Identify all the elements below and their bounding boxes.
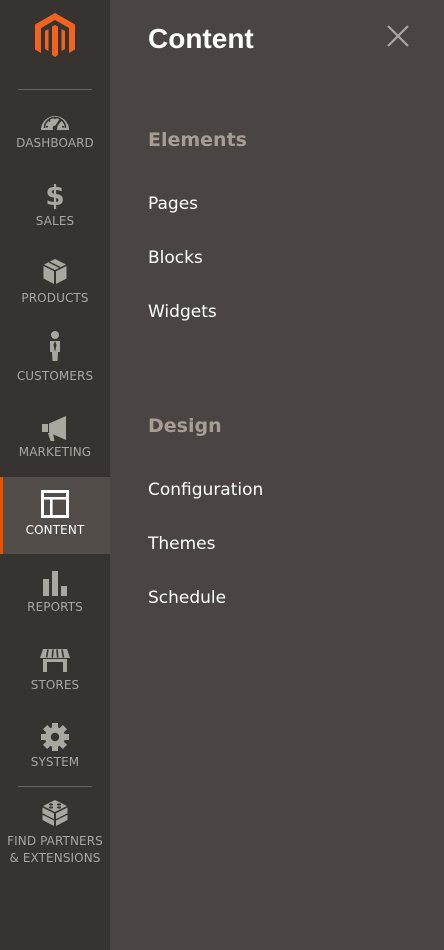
layout-icon xyxy=(39,488,71,520)
magento-logo[interactable] xyxy=(31,11,79,63)
section-title-elements: Elements xyxy=(148,129,247,151)
cube-icon xyxy=(39,255,71,287)
sidebar-item-label: FIND PARTNERS & EXTENSIONS xyxy=(7,834,103,865)
sidebar-item-label: DASHBOARD xyxy=(16,136,94,150)
gear-icon xyxy=(39,721,71,753)
sidebar-item-sales[interactable]: $ SALES xyxy=(0,175,110,252)
submenu-link-blocks[interactable]: Blocks xyxy=(148,246,203,270)
svg-text:$: $ xyxy=(45,179,64,210)
submenu-link-schedule[interactable]: Schedule xyxy=(148,586,226,610)
sidebar-item-reports[interactable]: REPORTS xyxy=(0,561,110,638)
close-button[interactable] xyxy=(384,22,412,50)
sidebar-divider xyxy=(18,89,92,90)
sidebar-divider xyxy=(18,786,92,787)
sidebar-item-content[interactable]: CONTENT xyxy=(0,477,110,554)
admin-sidebar: DASHBOARD $ SALES PRODUCTS CUSTOMERS MAR… xyxy=(0,0,110,950)
sidebar-item-label: SALES xyxy=(35,214,75,228)
sidebar-item-label: CONTENT xyxy=(25,523,85,537)
sidebar-item-stores[interactable]: STORES xyxy=(0,638,110,715)
dollar-icon: $ xyxy=(39,178,71,210)
submenu-link-themes[interactable]: Themes xyxy=(148,532,216,556)
storefront-icon xyxy=(39,645,71,677)
speedometer-icon xyxy=(39,104,71,136)
sidebar-item-dashboard[interactable]: DASHBOARD xyxy=(0,98,110,175)
sidebar-item-find-partners[interactable]: FIND PARTNERS & EXTENSIONS xyxy=(0,793,110,878)
panel-title: Content xyxy=(148,23,254,54)
section-title-design: Design xyxy=(148,415,222,437)
sidebar-item-customers[interactable]: CUSTOMERS xyxy=(0,329,110,406)
sidebar-item-label: SYSTEM xyxy=(30,755,80,769)
sidebar-item-label: PRODUCTS xyxy=(21,291,89,305)
sidebar-item-system[interactable]: SYSTEM xyxy=(0,715,110,792)
blocks-icon xyxy=(39,797,71,829)
megaphone-icon xyxy=(39,413,71,445)
submenu-link-pages[interactable]: Pages xyxy=(148,192,198,216)
bar-chart-icon xyxy=(39,567,71,599)
sidebar-item-label: MARKETING xyxy=(18,445,92,459)
sidebar-item-label: STORES xyxy=(30,678,80,692)
sidebar-item-marketing[interactable]: MARKETING xyxy=(0,406,110,483)
sidebar-item-label: CUSTOMERS xyxy=(16,369,94,383)
submenu-link-widgets[interactable]: Widgets xyxy=(148,300,217,324)
sidebar-item-products[interactable]: PRODUCTS xyxy=(0,252,110,329)
sidebar-item-label: REPORTS xyxy=(27,600,83,614)
close-icon xyxy=(384,25,412,54)
submenu-link-configuration[interactable]: Configuration xyxy=(148,478,263,502)
person-icon xyxy=(39,330,71,362)
